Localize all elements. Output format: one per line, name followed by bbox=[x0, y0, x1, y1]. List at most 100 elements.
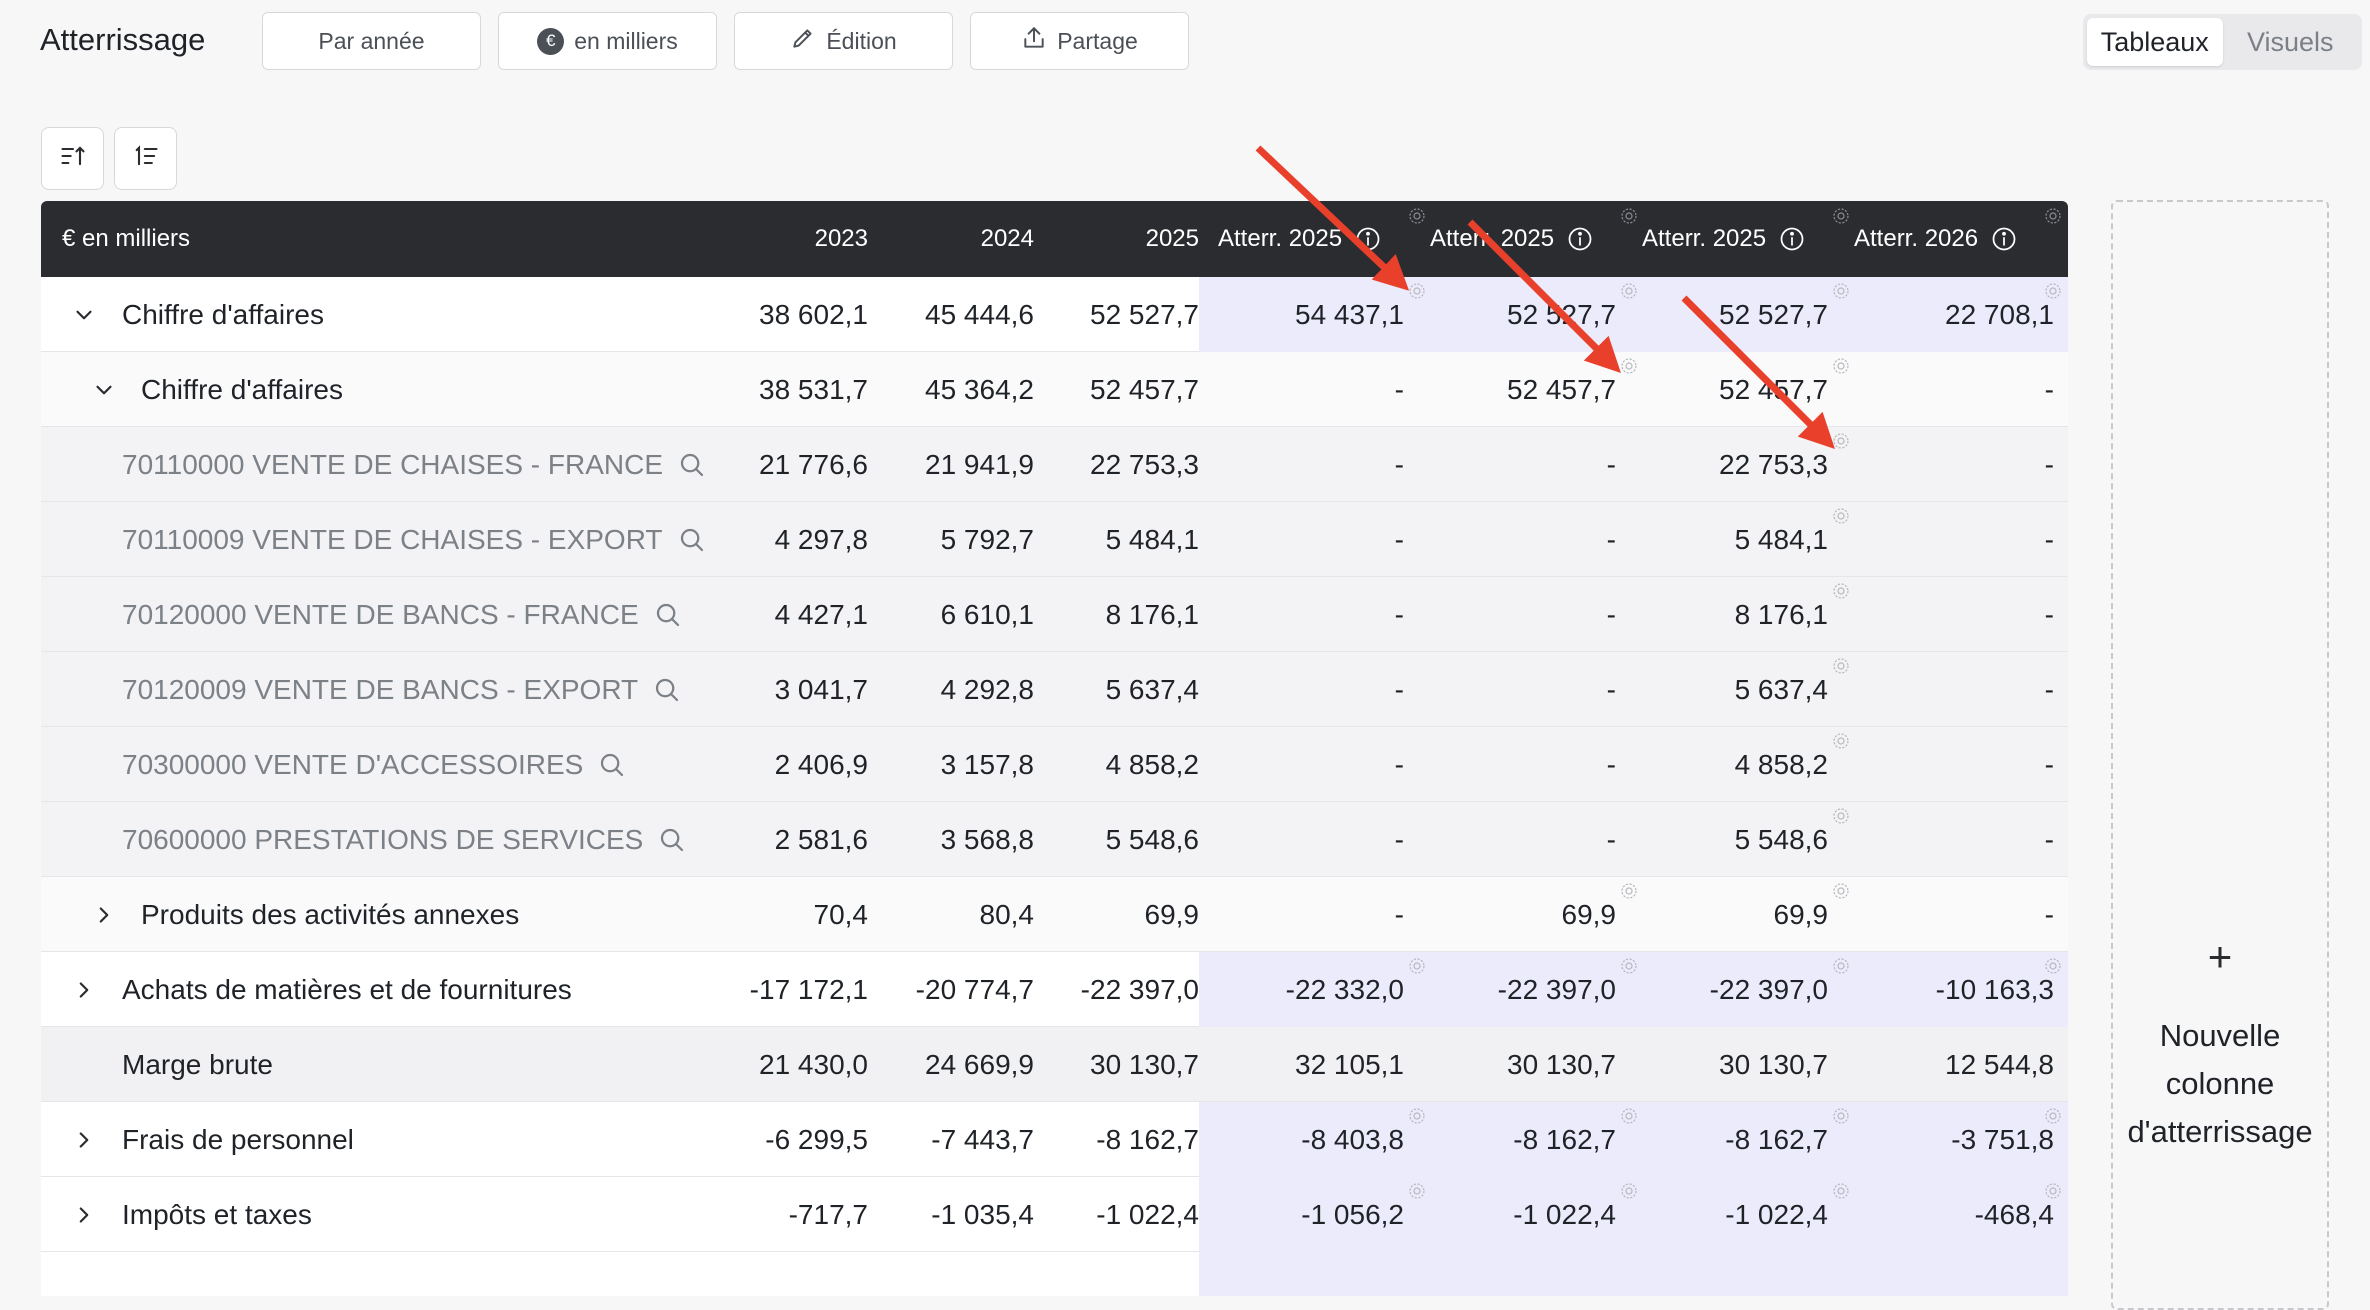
gear-icon[interactable] bbox=[1831, 281, 1851, 301]
landing-value-cell[interactable]: - bbox=[1430, 427, 1616, 502]
new-landing-column-button[interactable]: + Nouvelle colonne d'atterrissage bbox=[2111, 200, 2329, 1310]
gear-icon[interactable] bbox=[1619, 881, 1639, 901]
landing-value-cell[interactable]: - bbox=[1854, 652, 2054, 727]
chevron-right-icon[interactable] bbox=[71, 1102, 97, 1177]
table-row[interactable]: Achats de matières et de fournitures -17 … bbox=[41, 952, 2068, 1027]
gear-icon[interactable] bbox=[1407, 206, 1427, 226]
sort-ascending-button[interactable] bbox=[41, 127, 104, 190]
table-row[interactable]: Impôts et taxes -717,7 -1 035,4 -1 022,4 -1 … bbox=[41, 1177, 2068, 1252]
landing-value-cell[interactable]: - bbox=[1218, 427, 1404, 502]
info-icon[interactable] bbox=[1990, 225, 2018, 253]
landing-value-cell[interactable]: 5 548,6 bbox=[1642, 802, 1828, 877]
gear-icon[interactable] bbox=[1619, 1181, 1639, 1201]
landing-value-cell[interactable]: - bbox=[1218, 652, 1404, 727]
landing-value-cell[interactable]: -22 332,0 bbox=[1218, 952, 1404, 1027]
gear-icon[interactable] bbox=[1619, 206, 1639, 226]
edit-button[interactable]: Édition bbox=[734, 12, 953, 70]
landing-value-cell[interactable]: - bbox=[1218, 352, 1404, 427]
gear-icon[interactable] bbox=[1407, 281, 1427, 301]
gear-icon[interactable] bbox=[2043, 281, 2063, 301]
column-header-landing-1[interactable]: Atterr. 2025 bbox=[1218, 201, 1418, 277]
gear-icon[interactable] bbox=[2043, 956, 2063, 976]
info-icon[interactable] bbox=[1778, 225, 1806, 253]
tab-visuals[interactable]: Visuels bbox=[2223, 18, 2359, 66]
gear-icon[interactable] bbox=[1831, 656, 1851, 676]
table-row[interactable]: Produits des activités annexes 70,4 80,4 69… bbox=[41, 877, 2068, 952]
column-header-landing-3[interactable]: Atterr. 2025 bbox=[1642, 201, 1842, 277]
landing-value-cell[interactable]: -1 056,2 bbox=[1218, 1177, 1404, 1252]
gear-icon[interactable] bbox=[1619, 356, 1639, 376]
gear-icon[interactable] bbox=[1619, 1106, 1639, 1126]
landing-value-cell[interactable]: - bbox=[1854, 727, 2054, 802]
sort-numeric-button[interactable] bbox=[114, 127, 177, 190]
chevron-right-icon[interactable] bbox=[91, 877, 117, 952]
landing-value-cell[interactable]: 8 176,1 bbox=[1642, 577, 1828, 652]
landing-value-cell[interactable]: 52 527,7 bbox=[1642, 277, 1828, 352]
landing-value-cell[interactable]: 69,9 bbox=[1430, 877, 1617, 952]
chevron-right-icon[interactable] bbox=[71, 1177, 97, 1252]
landing-value-cell[interactable]: 54 437,1 bbox=[1218, 277, 1404, 352]
chevron-down-icon[interactable] bbox=[71, 277, 97, 352]
info-icon[interactable] bbox=[1354, 225, 1382, 253]
landing-value-cell[interactable]: - bbox=[1218, 727, 1404, 802]
landing-value-cell[interactable]: - bbox=[1430, 652, 1616, 727]
gear-icon[interactable] bbox=[1831, 581, 1851, 601]
column-header-2024[interactable]: 2024 bbox=[868, 201, 1034, 277]
gear-icon[interactable] bbox=[1619, 956, 1639, 976]
landing-value-cell[interactable]: 30 130,7 bbox=[1642, 1027, 1828, 1102]
landing-value-cell[interactable]: - bbox=[1854, 802, 2054, 877]
landing-value-cell[interactable]: 52 457,7 bbox=[1430, 352, 1616, 427]
gear-icon[interactable] bbox=[1831, 206, 1851, 226]
landing-value-cell[interactable]: - bbox=[1854, 427, 2054, 502]
search-icon[interactable] bbox=[597, 750, 627, 780]
gear-icon[interactable] bbox=[1831, 356, 1851, 376]
landing-value-cell[interactable]: - bbox=[1854, 877, 2054, 952]
landing-value-cell[interactable]: 12 544,8 bbox=[1854, 1027, 2054, 1102]
landing-value-cell[interactable]: - bbox=[1218, 802, 1404, 877]
gear-icon[interactable] bbox=[1831, 806, 1851, 826]
gear-icon[interactable] bbox=[1407, 956, 1427, 976]
landing-value-cell[interactable]: 52 457,7 bbox=[1642, 352, 1828, 427]
landing-value-cell[interactable]: -8 403,8 bbox=[1218, 1102, 1404, 1177]
landing-value-cell[interactable]: -8 162,7 bbox=[1430, 1102, 1616, 1177]
gear-icon[interactable] bbox=[1407, 1106, 1427, 1126]
tab-tables[interactable]: Tableaux bbox=[2087, 18, 2223, 66]
landing-value-cell[interactable]: 5 637,4 bbox=[1642, 652, 1828, 727]
landing-value-cell[interactable]: - bbox=[1430, 577, 1616, 652]
column-header-landing-4[interactable]: Atterr. 2026 bbox=[1854, 201, 2054, 277]
gear-icon[interactable] bbox=[1831, 731, 1851, 751]
landing-value-cell[interactable]: 22 753,3 bbox=[1642, 427, 1828, 502]
gear-icon[interactable] bbox=[1407, 1181, 1427, 1201]
landing-value-cell[interactable]: 52 527,7 bbox=[1430, 277, 1616, 352]
search-icon[interactable] bbox=[652, 675, 682, 705]
table-row[interactable]: Chiffre d'affaires 38 602,1 45 444,6 52 527… bbox=[41, 277, 2068, 352]
landing-value-cell[interactable]: 69,9 bbox=[1642, 877, 1829, 952]
currency-unit-button[interactable]: € en milliers bbox=[498, 12, 717, 70]
landing-value-cell[interactable]: -1 022,4 bbox=[1642, 1177, 1828, 1252]
gear-icon[interactable] bbox=[1831, 956, 1851, 976]
landing-value-cell[interactable]: - bbox=[1218, 877, 1404, 952]
landing-value-cell[interactable]: -22 397,0 bbox=[1642, 952, 1828, 1027]
landing-value-cell[interactable]: - bbox=[1854, 502, 2054, 577]
landing-value-cell[interactable]: - bbox=[1430, 802, 1616, 877]
landing-value-cell[interactable]: - bbox=[1854, 352, 2054, 427]
landing-value-cell[interactable]: -468,4 bbox=[1854, 1177, 2054, 1252]
landing-value-cell[interactable]: - bbox=[1430, 502, 1616, 577]
gear-icon[interactable] bbox=[2043, 1181, 2063, 1201]
column-header-2023[interactable]: 2023 bbox=[695, 201, 868, 277]
gear-icon[interactable] bbox=[1831, 431, 1851, 451]
landing-value-cell[interactable]: -3 751,8 bbox=[1854, 1102, 2054, 1177]
gear-icon[interactable] bbox=[1831, 1106, 1851, 1126]
landing-value-cell[interactable]: -8 162,7 bbox=[1642, 1102, 1828, 1177]
gear-icon[interactable] bbox=[2043, 206, 2063, 226]
landing-value-cell[interactable]: - bbox=[1218, 577, 1404, 652]
landing-value-cell[interactable]: 22 708,1 bbox=[1854, 277, 2054, 352]
by-year-button[interactable]: Par année bbox=[262, 12, 481, 70]
gear-icon[interactable] bbox=[2043, 1106, 2063, 1126]
landing-value-cell[interactable]: -1 022,4 bbox=[1430, 1177, 1616, 1252]
table-row[interactable]: Chiffre d'affaires 38 531,7 45 364,2 52 457… bbox=[41, 352, 2068, 427]
landing-value-cell[interactable]: 32 105,1 bbox=[1218, 1027, 1404, 1102]
landing-value-cell[interactable]: -22 397,0 bbox=[1430, 952, 1616, 1027]
landing-value-cell[interactable]: - bbox=[1854, 577, 2054, 652]
gear-icon[interactable] bbox=[1831, 1181, 1851, 1201]
